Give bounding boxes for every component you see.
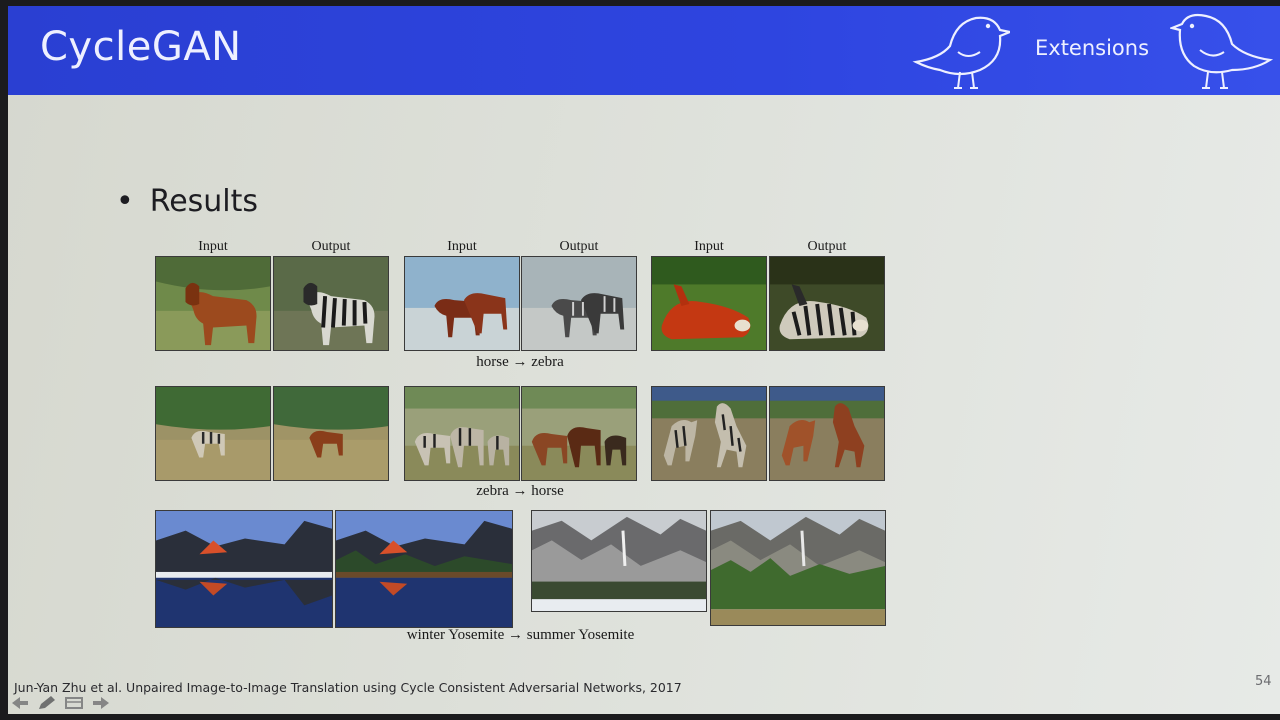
pen-icon[interactable] bbox=[37, 696, 57, 710]
screen-icon[interactable] bbox=[64, 696, 84, 710]
next-icon[interactable] bbox=[91, 696, 111, 710]
bullet-results: • Results bbox=[116, 184, 258, 219]
column-label: Output bbox=[311, 239, 351, 254]
slide-title: CycleGAN bbox=[40, 24, 242, 70]
input-zebra-field-image bbox=[155, 386, 271, 481]
column-label: Input bbox=[447, 239, 477, 254]
output-horse-field-image bbox=[273, 386, 389, 481]
bird-icon bbox=[910, 8, 1010, 92]
input-yosemite-sunset-image bbox=[155, 510, 333, 628]
slide-header: CycleGAN Extensions bbox=[8, 6, 1280, 95]
output-zebra-image bbox=[273, 256, 389, 351]
citation: Jun-Yan Zhu et al. Unpaired Image-to-Ima… bbox=[14, 680, 682, 695]
output-zebras-beach-image bbox=[521, 256, 637, 351]
section-label: Extensions bbox=[1035, 36, 1150, 60]
caption-winter-to-summer-yosemite: winter Yosemite → summer Yosemite bbox=[406, 627, 635, 643]
bird-icon bbox=[1170, 8, 1274, 92]
page-number: 54 bbox=[1255, 674, 1272, 689]
output-yosemite-sunset-image bbox=[335, 510, 513, 628]
caption-zebra-to-horse: zebra → horse bbox=[476, 483, 564, 499]
output-horse-herd-image bbox=[521, 386, 637, 481]
slide: CycleGAN Extensions • Results Input Outpu… bbox=[8, 6, 1280, 714]
bullet-text: Results bbox=[149, 184, 259, 219]
input-horse-rolling-image bbox=[651, 256, 767, 351]
input-yosemite-valley-image bbox=[531, 510, 707, 612]
column-label: Input bbox=[694, 239, 724, 254]
input-horses-beach-image bbox=[404, 256, 520, 351]
column-label: Input bbox=[198, 239, 228, 254]
output-yosemite-valley-image bbox=[710, 510, 886, 626]
output-zebra-rolling-image bbox=[769, 256, 885, 351]
input-zebras-fighting-image bbox=[651, 386, 767, 481]
output-horses-fighting-image bbox=[769, 386, 885, 481]
slide-nav-controls bbox=[10, 696, 111, 710]
caption-horse-to-zebra: horse → zebra bbox=[476, 354, 564, 370]
prev-icon[interactable] bbox=[10, 696, 30, 710]
column-label: Output bbox=[807, 239, 847, 254]
column-label: Output bbox=[559, 239, 599, 254]
input-zebra-herd-image bbox=[404, 386, 520, 481]
input-horse-image bbox=[155, 256, 271, 351]
bullet-dot: • bbox=[116, 184, 134, 219]
